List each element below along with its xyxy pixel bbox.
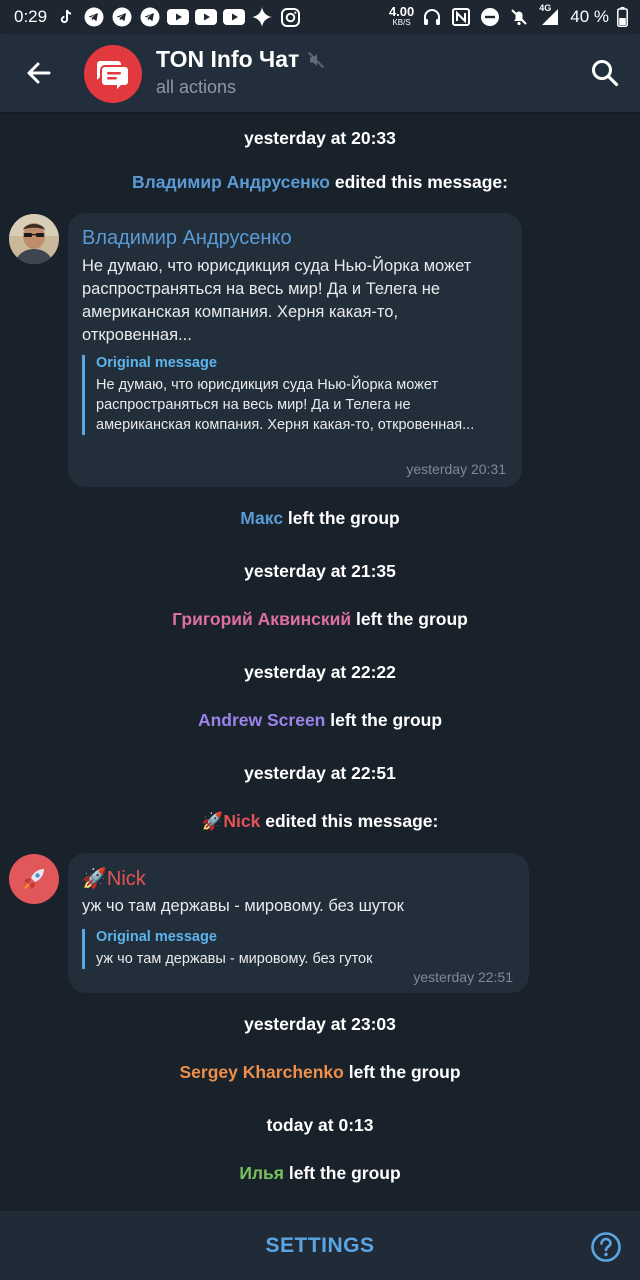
date-separator: yesterday at 23:03 bbox=[244, 1014, 396, 1034]
youtube-icon bbox=[167, 6, 190, 28]
service-message-edited: 🚀Nick edited this message: bbox=[0, 811, 640, 832]
muted-icon bbox=[308, 51, 325, 68]
date-separator: yesterday at 22:51 bbox=[244, 763, 396, 783]
telegram-icon bbox=[139, 6, 161, 28]
service-message-left: Andrew Screen left the group bbox=[0, 710, 640, 731]
original-text-line: Не думаю, что юрисдикция суда Нью-Йорка … bbox=[96, 377, 439, 393]
original-text-line: распространяться на весь мир! Да и Телег… bbox=[96, 397, 411, 413]
back-arrow-icon bbox=[27, 62, 51, 84]
message-time: yesterday 22:51 bbox=[413, 969, 513, 985]
youtube-icon bbox=[223, 6, 246, 28]
youtube-icon bbox=[195, 6, 218, 28]
system-icons: 4.00 KB/S 4G 40 % bbox=[389, 3, 628, 28]
message-author[interactable]: 🚀Nick bbox=[82, 866, 146, 891]
tiktok-icon bbox=[55, 6, 77, 28]
service-message-left: Илья left the group bbox=[0, 1163, 640, 1184]
message-text-line: американская компания. Херня какая-то, bbox=[82, 303, 399, 321]
settings-button[interactable]: SETTINGS bbox=[0, 1211, 640, 1280]
service-message-left: Макс left the group bbox=[0, 508, 640, 529]
message-text-line: откровенная... bbox=[82, 326, 192, 344]
chat-title-text: TON Info Чат bbox=[156, 46, 300, 72]
rocket-icon bbox=[24, 869, 44, 889]
user-avatar[interactable] bbox=[9, 214, 59, 264]
help-icon bbox=[591, 1232, 621, 1262]
message-text-line: Не думаю, что юрисдикция суда Нью-Йорка … bbox=[82, 257, 472, 275]
original-text-line: американская компания. Херня какая-то, о… bbox=[96, 417, 475, 433]
battery-icon bbox=[616, 6, 628, 28]
service-action-text: left the group bbox=[343, 1062, 461, 1082]
date-separator: yesterday at 21:35 bbox=[244, 561, 396, 581]
back-button[interactable] bbox=[22, 56, 56, 90]
person-photo-icon bbox=[9, 214, 59, 264]
service-message-left: Григорий Аквинский left the group bbox=[0, 609, 640, 630]
original-message-quote[interactable]: Original message уж чо там державы - мир… bbox=[82, 929, 416, 969]
dnd-icon bbox=[479, 6, 501, 28]
user-name-link[interactable]: Макс bbox=[240, 508, 283, 528]
message-bubble[interactable]: Владимир Андрусенко Не думаю, что юрисди… bbox=[68, 213, 522, 487]
date-separator: yesterday at 22:22 bbox=[244, 662, 396, 682]
service-message-left: Sergey Kharchenko left the group bbox=[0, 1062, 640, 1083]
battery-level: 40 % bbox=[570, 7, 609, 26]
bottom-bar: SETTINGS bbox=[0, 1211, 640, 1280]
instagram-icon bbox=[279, 6, 301, 28]
network-speed: 4.00 KB/S bbox=[389, 5, 414, 28]
user-name-link[interactable]: Владимир Андрусенко bbox=[132, 172, 330, 192]
search-button[interactable] bbox=[588, 56, 622, 90]
service-action-text: left the group bbox=[284, 1163, 401, 1183]
user-avatar[interactable] bbox=[9, 854, 59, 904]
user-name-link[interactable]: Sergey Kharchenko bbox=[179, 1062, 343, 1082]
message-text: уж чо там державы - мировому. без шуток bbox=[82, 897, 404, 915]
nfc-icon bbox=[450, 6, 472, 28]
user-name-link[interactable]: 🚀Nick bbox=[202, 811, 261, 831]
telegram-icon bbox=[83, 6, 105, 28]
date-separator: today at 0:13 bbox=[266, 1115, 374, 1135]
status-bar: 0:29 4.00 KB/S 4G 40 % bbox=[0, 0, 640, 34]
original-message-text: Не думаю, что юрисдикция суда Нью-Йорка … bbox=[96, 375, 516, 435]
network-type: 4G bbox=[539, 3, 552, 13]
original-message-title: Original message bbox=[96, 355, 217, 371]
chat-subtitle: all actions bbox=[156, 77, 237, 97]
service-action-text: edited this message: bbox=[329, 172, 508, 192]
service-action-text: left the group bbox=[283, 508, 400, 528]
chat-bubbles-icon bbox=[97, 61, 128, 89]
user-name-link[interactable]: Andrew Screen bbox=[198, 710, 325, 730]
date-separator: yesterday at 20:33 bbox=[244, 128, 396, 148]
message-text: Не думаю, что юрисдикция суда Нью-Йорка … bbox=[82, 255, 512, 347]
original-message-text: уж чо там державы - мировому. без гуток bbox=[96, 951, 373, 967]
event-log-feed[interactable]: yesterday at 20:33 Владимир Андрусенко e… bbox=[0, 112, 640, 1210]
group-avatar[interactable] bbox=[84, 45, 142, 103]
sparkle-icon bbox=[251, 6, 273, 28]
original-message-title: Original message bbox=[96, 929, 217, 945]
bell-off-icon bbox=[508, 6, 530, 28]
service-message-edited: Владимир Андрусенко edited this message: bbox=[0, 172, 640, 193]
search-icon bbox=[592, 60, 619, 87]
message-author[interactable]: Владимир Андрусенко bbox=[82, 227, 292, 250]
original-message-quote[interactable]: Original message Не думаю, что юрисдикци… bbox=[82, 355, 516, 435]
network-speed-unit: KB/S bbox=[392, 18, 411, 27]
service-action-text: left the group bbox=[325, 710, 443, 730]
service-action-text: left the group bbox=[351, 609, 468, 629]
signal-icon: 4G bbox=[537, 3, 563, 28]
service-action-text: edited this message: bbox=[260, 811, 439, 831]
chat-header: TON Info Чат all actions bbox=[0, 34, 640, 112]
message-time: yesterday 20:31 bbox=[406, 461, 506, 477]
message-bubble[interactable]: 🚀Nick уж чо там державы - мировому. без … bbox=[68, 853, 529, 993]
help-button[interactable] bbox=[590, 1231, 622, 1263]
user-name-link[interactable]: Григорий Аквинский bbox=[172, 609, 351, 629]
headphones-icon bbox=[421, 6, 443, 28]
telegram-icon bbox=[111, 6, 133, 28]
user-name-link[interactable]: Илья bbox=[239, 1163, 284, 1183]
notification-icons bbox=[55, 6, 301, 28]
message-text-line: распространяться на весь мир! Да и Телег… bbox=[82, 280, 441, 298]
chat-title[interactable]: TON Info Чат bbox=[156, 46, 325, 73]
status-time: 0:29 bbox=[14, 7, 48, 26]
